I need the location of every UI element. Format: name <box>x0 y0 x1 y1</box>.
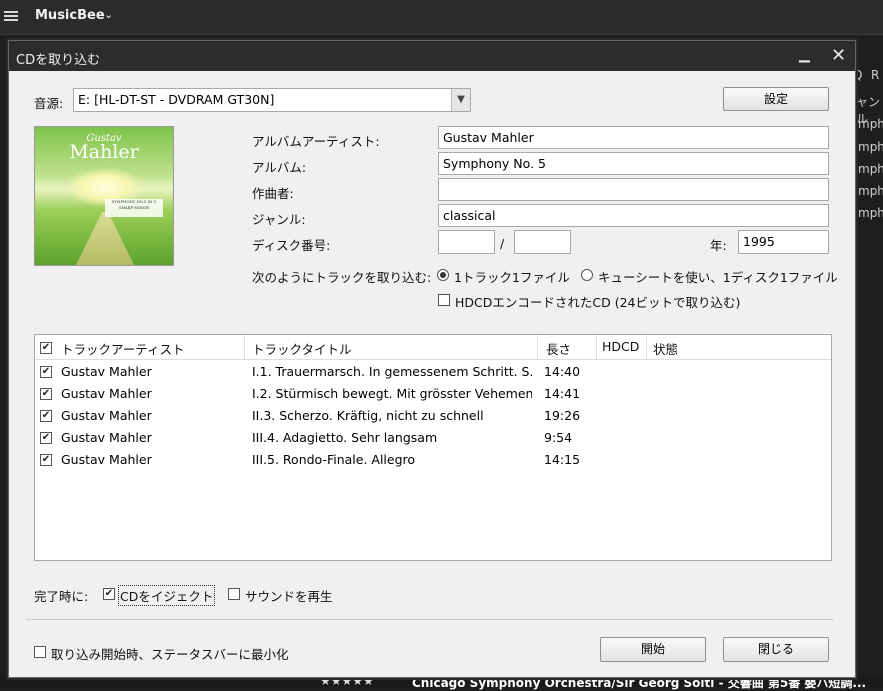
year-label: 年: <box>710 238 727 253</box>
column-divider[interactable] <box>244 335 245 359</box>
radio-one-track-one-file[interactable] <box>437 269 449 281</box>
select-all-checkbox[interactable]: ✔ <box>40 342 52 354</box>
close-icon[interactable]: ✕ <box>831 45 846 66</box>
bg-fragment: mph <box>858 117 883 131</box>
play-sound-label[interactable]: サウンドを再生 <box>245 586 333 605</box>
table-row[interactable]: ✔ Gustav Mahler III.4. Adagietto. Sehr l… <box>35 427 831 449</box>
app-header: MusicBee ⌄ <box>0 0 883 35</box>
dialog-titlebar: CDを取り込む ▁ ✕ <box>9 41 855 71</box>
track-title: II.3. Scherzo. Kräftig, nicht zu schnell <box>252 408 484 423</box>
disc-number-field[interactable] <box>438 230 495 254</box>
bg-fragment: mph <box>858 140 883 154</box>
genre-label: ジャンル: <box>252 212 306 227</box>
settings-button[interactable]: 設定 <box>723 87 829 111</box>
bg-header-r: R <box>871 68 880 82</box>
one-track-one-file-label[interactable]: 1トラック1ファイル <box>454 267 570 286</box>
album-artist-field[interactable]: Gustav Mahler <box>438 126 829 149</box>
track-length: 14:40 <box>544 364 581 379</box>
track-length: 14:15 <box>544 452 581 467</box>
album-art-line2: Mahler <box>69 141 139 163</box>
bg-fragment: mph <box>858 162 883 176</box>
rip-mode-label: 次のようにトラックを取り込む: <box>252 270 432 285</box>
source-label: 音源: <box>34 96 64 111</box>
album-label: アルバム: <box>252 160 307 175</box>
track-title: III.4. Adagietto. Sehr langsam <box>252 430 438 445</box>
column-header-artist[interactable]: トラックアーティスト <box>61 339 185 358</box>
table-row[interactable]: ✔ Gustav Mahler II.3. Scherzo. Kräftig, … <box>35 405 831 427</box>
eject-checkbox[interactable]: ✔ <box>103 588 115 600</box>
track-length: 19:26 <box>544 408 581 423</box>
dropdown-arrow-icon[interactable]: ▼ <box>451 89 470 111</box>
minimize-icon[interactable]: ▁ <box>799 47 810 63</box>
track-artist: Gustav Mahler <box>61 364 152 379</box>
on-complete-label: 完了時に: <box>34 589 89 604</box>
album-field[interactable]: Symphony No. 5 <box>438 152 829 175</box>
rip-cd-dialog: CDを取り込む ▁ ✕ 音源: E: [HL-DT-ST - DVDRAM GT… <box>8 40 856 678</box>
track-artist: Gustav Mahler <box>61 452 152 467</box>
track-length: 9:54 <box>544 430 573 445</box>
disc-number-label: ディスク番号: <box>252 238 331 253</box>
cue-sheet-label[interactable]: キューシートを使い、1ディスク1ファイル <box>598 267 838 286</box>
hdcd-label[interactable]: HDCDエンコードされたCD (24ビットで取り込む) <box>455 292 740 311</box>
column-header-hdcd[interactable]: HDCD <box>602 339 639 354</box>
column-header-length[interactable]: 長さ <box>546 339 571 358</box>
start-button[interactable]: 開始 <box>600 637 706 662</box>
hdcd-checkbox[interactable] <box>438 294 450 306</box>
column-divider[interactable] <box>646 335 647 359</box>
track-title: III.5. Rondo-Finale. Allegro <box>252 452 416 467</box>
close-button[interactable]: 閉じる <box>723 637 829 662</box>
track-artist: Gustav Mahler <box>61 430 152 445</box>
track-length: 14:41 <box>544 386 581 401</box>
album-artist-label: アルバムアーティスト: <box>252 134 380 149</box>
minimize-to-statusbar-label[interactable]: 取り込み開始時、ステータスバーに最小化 <box>51 644 289 663</box>
track-artist: Gustav Mahler <box>61 386 152 401</box>
table-row[interactable]: ✔ Gustav Mahler I.1. Trauermarsch. In ge… <box>35 361 831 383</box>
album-art[interactable]: Gustav Mahler SYMPHONY NO.5 IN C SHARP M… <box>34 126 174 266</box>
track-checkbox[interactable]: ✔ <box>40 410 52 422</box>
track-checkbox[interactable]: ✔ <box>40 388 52 400</box>
source-value: E: [HL-DT-ST - DVDRAM GT30N] <box>78 92 275 107</box>
minimize-to-statusbar-checkbox[interactable] <box>34 646 46 658</box>
album-art-subtitle: SYMPHONY NO.5 IN C SHARP MINOR <box>105 199 163 217</box>
eject-label[interactable]: CDをイジェクト <box>118 585 216 606</box>
track-checkbox[interactable]: ✔ <box>40 454 52 466</box>
radio-cue-sheet[interactable] <box>581 269 593 281</box>
column-divider[interactable] <box>596 335 597 359</box>
play-sound-checkbox[interactable] <box>228 588 240 600</box>
hamburger-menu-icon[interactable] <box>4 9 18 23</box>
column-divider[interactable] <box>537 335 538 359</box>
table-row[interactable]: ✔ Gustav Mahler III.5. Rondo-Finale. All… <box>35 449 831 471</box>
app-title[interactable]: MusicBee <box>35 8 105 23</box>
track-title: I.2. Stürmisch bewegt. Mit grösster Vehe… <box>252 386 532 401</box>
track-artist: Gustav Mahler <box>61 408 152 423</box>
divider <box>26 619 834 620</box>
track-checkbox[interactable]: ✔ <box>40 366 52 378</box>
composer-label: 作曲者: <box>252 186 294 201</box>
track-table[interactable]: ✔ トラックアーティスト トラックタイトル 長さ HDCD 状態 ✔ Gusta… <box>34 334 832 561</box>
disc-count-field[interactable] <box>514 230 571 254</box>
album-art-path <box>75 212 135 265</box>
track-title: I.1. Trauermarsch. In gemessenem Schritt… <box>252 364 532 379</box>
source-select[interactable]: E: [HL-DT-ST - DVDRAM GT30N] ▼ <box>73 88 471 112</box>
disc-separator: / <box>500 236 505 251</box>
chevron-down-icon[interactable]: ⌄ <box>104 8 113 21</box>
composer-field[interactable] <box>438 178 829 201</box>
column-header-title[interactable]: トラックタイトル <box>252 339 352 358</box>
table-header: ✔ トラックアーティスト トラックタイトル 長さ HDCD 状態 <box>35 335 831 360</box>
bg-fragment: mph <box>858 206 883 220</box>
dialog-title: CDを取り込む <box>16 53 101 68</box>
bg-fragment: mph <box>858 184 883 198</box>
track-checkbox[interactable]: ✔ <box>40 432 52 444</box>
genre-field[interactable]: classical <box>438 204 829 227</box>
column-header-status[interactable]: 状態 <box>653 339 678 358</box>
table-row[interactable]: ✔ Gustav Mahler I.2. Stürmisch bewegt. M… <box>35 383 831 405</box>
year-field[interactable]: 1995 <box>738 230 829 254</box>
